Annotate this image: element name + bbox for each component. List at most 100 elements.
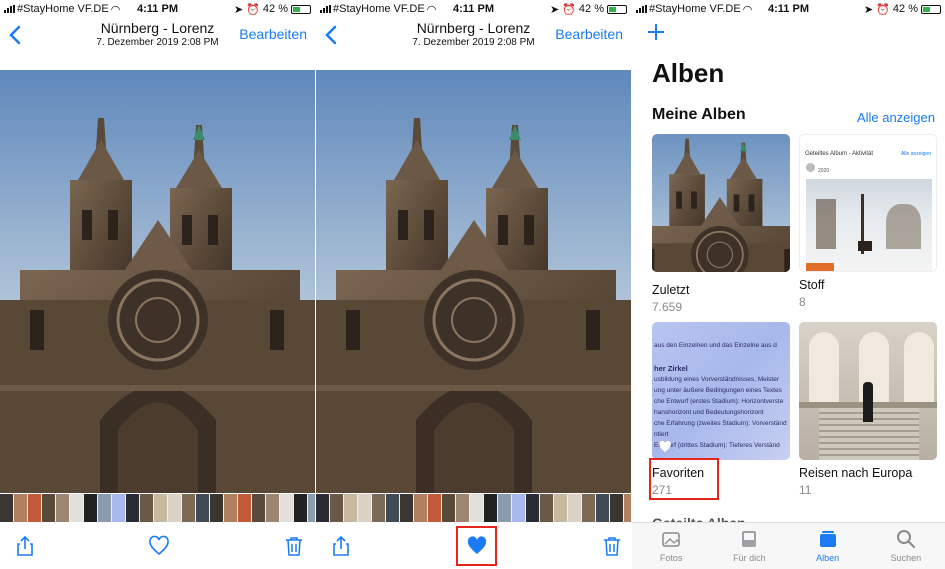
page-title: Alben <box>652 58 725 88</box>
thumbnail[interactable] <box>344 494 357 522</box>
cathedral-photo[interactable] <box>316 70 631 493</box>
thumbnail[interactable] <box>526 494 539 522</box>
thumbnail[interactable] <box>238 494 251 522</box>
alarm-icon: ⏰ <box>876 3 890 16</box>
thumbnail[interactable] <box>358 494 371 522</box>
thumbnail[interactable] <box>330 494 343 522</box>
thumbnail[interactable] <box>56 494 69 522</box>
photo-viewer-screen: #StayHome VF.DE ◠ 4:11 PM ➤ ⏰ 42 % Nürnb… <box>0 0 315 569</box>
trash-icon[interactable] <box>283 535 305 557</box>
tab-for-you[interactable]: Für dich <box>710 523 788 569</box>
tab-search[interactable]: Suchen <box>867 523 945 569</box>
albums-screen: #StayHome VF.DE ◠ 4:11 PM ➤ ⏰ 42 % Alben… <box>632 0 945 569</box>
thumbnail[interactable] <box>512 494 525 522</box>
thumbnail[interactable] <box>554 494 567 522</box>
thumbnail[interactable] <box>540 494 553 522</box>
favorites-highlight-box <box>649 458 719 500</box>
edit-button[interactable]: Bearbeiten <box>555 26 623 42</box>
section-title-my-albums: Meine Alben <box>652 106 746 123</box>
thumbnail[interactable] <box>126 494 139 522</box>
favorite-highlight-box <box>456 526 497 566</box>
thumbnail[interactable] <box>596 494 609 522</box>
thumbnail[interactable] <box>400 494 413 522</box>
thumbnail[interactable] <box>624 494 631 522</box>
thumbnail[interactable] <box>498 494 511 522</box>
thumbnail[interactable] <box>210 494 223 522</box>
edit-button[interactable]: Bearbeiten <box>239 26 307 42</box>
signal-icon <box>636 5 647 13</box>
thumbnail[interactable] <box>386 494 399 522</box>
thumbnail[interactable] <box>252 494 265 522</box>
thumbnail[interactable] <box>0 494 13 522</box>
thumbnail[interactable] <box>154 494 167 522</box>
tab-albums[interactable]: Alben <box>789 523 867 569</box>
alarm-icon: ⏰ <box>562 3 576 16</box>
add-album-icon[interactable] <box>646 22 666 42</box>
battery-icon <box>291 4 311 14</box>
trash-icon[interactable] <box>601 535 623 557</box>
thumbnail[interactable] <box>294 494 307 522</box>
thumbnail[interactable] <box>456 494 469 522</box>
thumbnail[interactable] <box>84 494 97 522</box>
photo-toolbar <box>0 523 315 569</box>
thumbnail-strip[interactable] <box>316 494 631 522</box>
thumbnail[interactable] <box>372 494 385 522</box>
heart-icon <box>659 440 671 453</box>
album-name: Zuletzt <box>652 283 690 297</box>
thumbnail[interactable] <box>182 494 195 522</box>
see-all-link[interactable]: Alle anzeigen <box>857 110 935 125</box>
thumbnail[interactable] <box>484 494 497 522</box>
search-icon <box>896 530 915 549</box>
location-icon: ➤ <box>864 3 874 16</box>
thumbnail[interactable] <box>168 494 181 522</box>
thumbnail[interactable] <box>196 494 209 522</box>
thumbnail[interactable] <box>14 494 27 522</box>
thumbnail[interactable] <box>42 494 55 522</box>
thumbnail[interactable] <box>224 494 237 522</box>
album-name: Reisen nach Europa <box>799 466 913 480</box>
thumbnail[interactable] <box>140 494 153 522</box>
album-europe-travel[interactable]: Reisen nach Europa 11 <box>799 322 937 497</box>
navigation-bar: Nürnberg - Lorenz 7. Dezember 2019 2:08 … <box>316 18 631 52</box>
thumbnail[interactable] <box>470 494 483 522</box>
thumbnail[interactable] <box>428 494 441 522</box>
location-icon: ➤ <box>550 3 560 16</box>
tab-bar: Fotos Für dich Alben Suchen <box>632 522 945 569</box>
share-icon[interactable] <box>14 535 36 557</box>
cathedral-photo[interactable] <box>0 70 315 493</box>
thumbnail[interactable] <box>112 494 125 522</box>
share-icon[interactable] <box>330 535 352 557</box>
carrier-label: #StayHome VF.DE <box>17 3 109 15</box>
status-bar: #StayHome VF.DE ◠ 4:11 PM ➤ ⏰ 42 % <box>632 0 945 18</box>
thumbnail[interactable] <box>280 494 293 522</box>
tab-photos[interactable]: Fotos <box>632 523 710 569</box>
thumbnail[interactable] <box>568 494 581 522</box>
thumbnail[interactable] <box>582 494 595 522</box>
album-recents[interactable]: Zuletzt 7.659 <box>632 110 813 356</box>
thumbnail[interactable] <box>98 494 111 522</box>
wifi-icon: ◠ <box>742 3 753 16</box>
thumbnail[interactable] <box>442 494 455 522</box>
thumbnail[interactable] <box>414 494 427 522</box>
thumbnail[interactable] <box>266 494 279 522</box>
status-bar: #StayHome VF.DE ◠ 4:11 PM ➤ ⏰ 42 % <box>316 0 631 18</box>
photo-toolbar <box>316 523 631 569</box>
thumbnail[interactable] <box>308 494 315 522</box>
location-icon: ➤ <box>234 3 244 16</box>
album-stoff[interactable]: Geteiltes Album - Aktivität Alle anzeige… <box>799 134 937 309</box>
albums-icon <box>819 531 836 547</box>
album-count: 7.659 <box>652 300 683 314</box>
thumbnail[interactable] <box>316 494 329 522</box>
status-bar: #StayHome VF.DE ◠ 4:11 PM ➤ ⏰ 42 % <box>0 0 315 18</box>
snow-photo <box>806 179 932 271</box>
navigation-bar: Nürnberg - Lorenz 7. Dezember 2019 2:08 … <box>0 18 315 52</box>
thumbnail-strip[interactable] <box>0 494 315 522</box>
album-thumbnail: aus den Einzelnen und das Einzelne aus d… <box>652 322 790 460</box>
avatar <box>806 163 815 172</box>
heart-icon[interactable] <box>148 535 170 557</box>
signal-icon <box>320 5 331 13</box>
photos-icon <box>662 532 680 547</box>
thumbnail[interactable] <box>610 494 623 522</box>
thumbnail[interactable] <box>70 494 83 522</box>
thumbnail[interactable] <box>28 494 41 522</box>
